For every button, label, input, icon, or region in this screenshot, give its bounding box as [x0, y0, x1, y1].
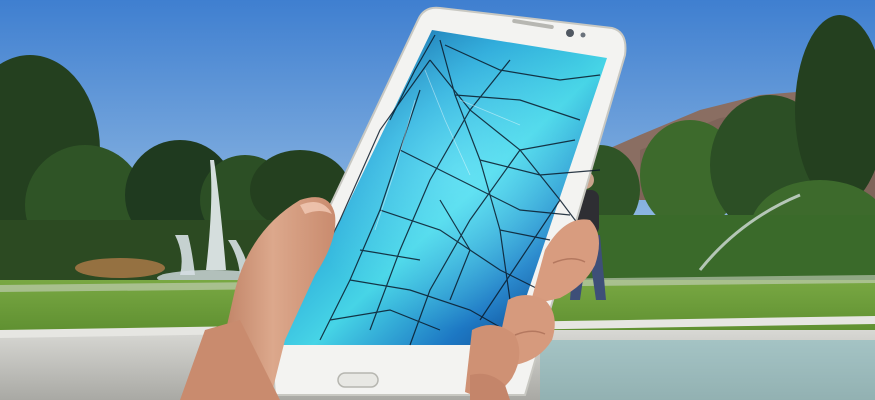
home-button — [337, 372, 379, 388]
front-camera-icon — [566, 29, 574, 37]
photo-scene — [0, 0, 875, 400]
flower-bed — [75, 258, 165, 278]
photo-canvas — [0, 0, 875, 400]
